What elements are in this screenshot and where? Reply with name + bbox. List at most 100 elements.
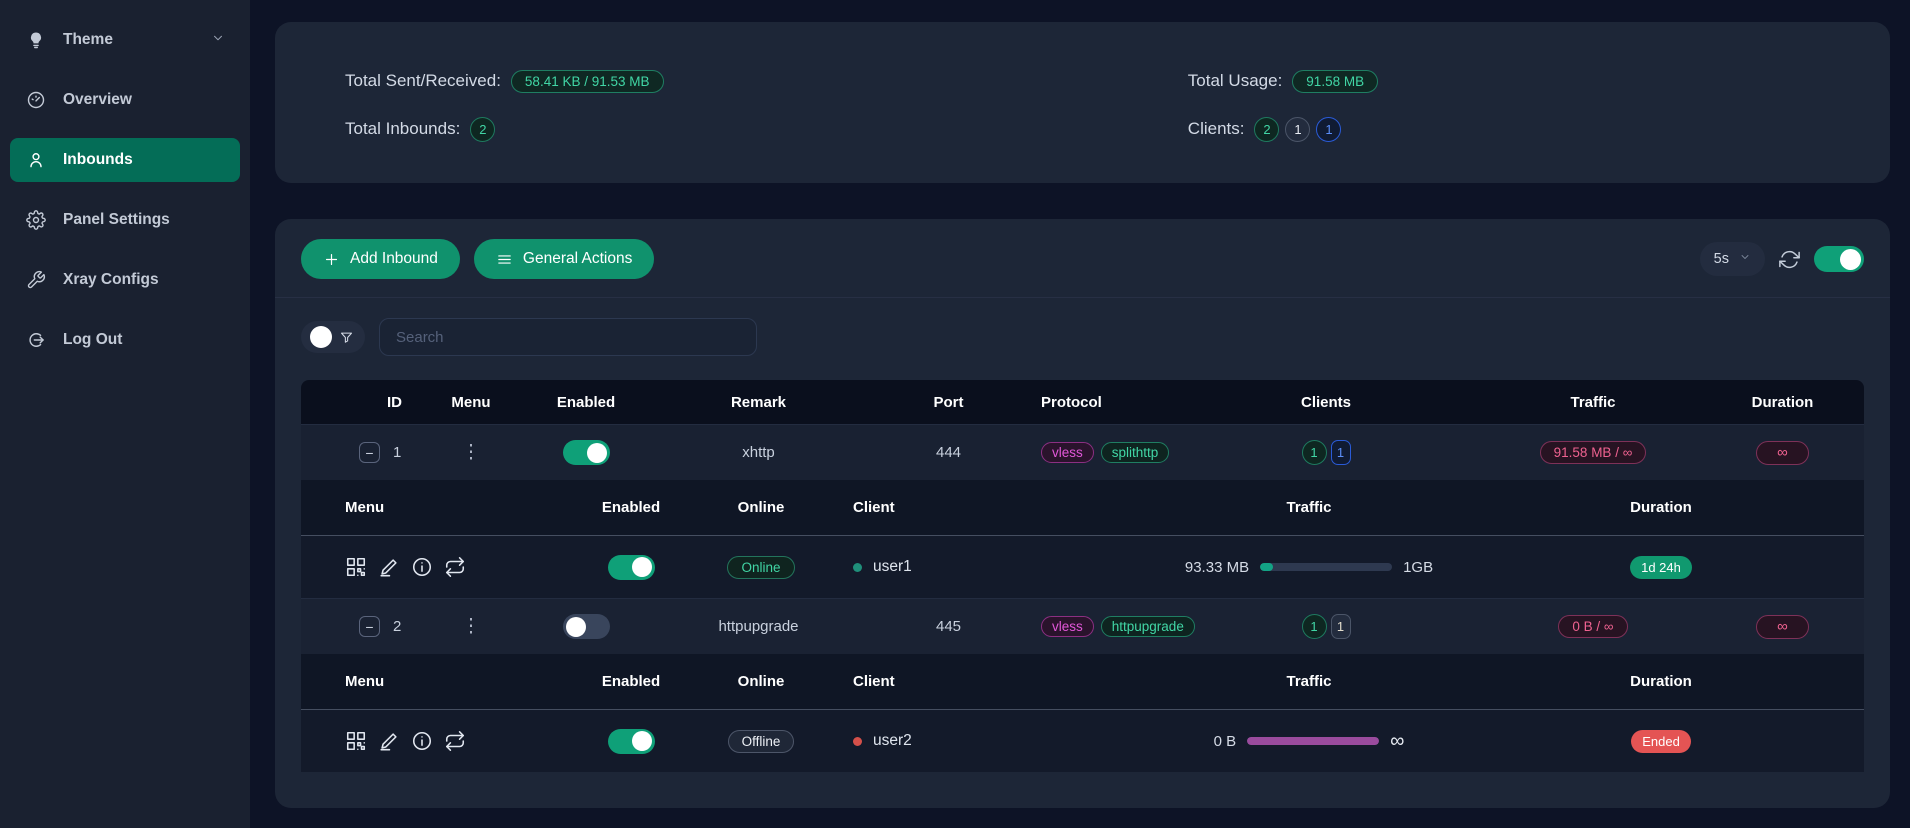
clients-label: Clients: [1188,119,1245,139]
sent-received-badge: 58.41 KB / 91.53 MB [511,70,664,93]
client-name: user1 [873,558,912,576]
traffic-used: 93.33 MB [1185,559,1249,576]
sidebar-item-xray-configs[interactable]: Xray Configs [10,258,240,302]
qrcode-icon[interactable] [345,556,367,578]
filter-toggle[interactable] [301,321,365,353]
client-enabled-toggle[interactable] [608,729,655,754]
edit-icon[interactable] [378,556,400,578]
stats-left-column: Total Sent/Received: 58.41 KB / 91.53 MB… [345,68,1188,183]
stats-right-column: Total Usage: 91.58 MB Clients: 2 1 1 [1188,68,1378,183]
refresh-interval-select[interactable]: 5s [1700,242,1765,276]
client-enabled-toggle[interactable] [608,555,655,580]
gauge-icon [25,89,47,111]
collapse-icon[interactable]: − [359,616,380,637]
inbound-traffic-badge: 0 B / ∞ [1558,615,1627,638]
funnel-icon [339,330,354,345]
inbound-id: 1 [393,444,401,461]
clients-total-badge: 2 [1254,117,1279,142]
inbounds-table: ID Menu Enabled Remark Port Protocol Cli… [301,380,1864,772]
client-row-user1: Online user1 93.33 MB 1GB 1d 24h [301,536,1864,598]
filter-toggle-knob [310,326,332,348]
wrench-icon [25,269,47,291]
sidebar-item-inbounds[interactable]: Inbounds [10,138,240,182]
main-content: Total Sent/Received: 58.41 KB / 91.53 MB… [250,0,1910,828]
col-header-enabled: Enabled [511,394,661,411]
traffic-total: ∞ [1390,730,1404,753]
edit-icon[interactable] [378,730,400,752]
sidebar-item-label: Theme [63,31,113,49]
inbound-row-1: − 1 ⋮ xhttp 444 vless splithttp 1 1 [301,424,1864,480]
sub-header-menu: Menu [301,673,561,690]
refresh-icon[interactable] [1779,249,1800,270]
refresh-interval-value: 5s [1714,251,1729,267]
sidebar-item-label: Xray Configs [63,271,159,289]
toggle-knob [632,731,652,751]
stat-sent-received: Total Sent/Received: 58.41 KB / 91.53 MB [345,68,1188,94]
toolbar-right: 5s [1700,242,1864,276]
sidebar-item-theme[interactable]: Theme [10,18,240,62]
protocol-tags: vless splithttp [1041,442,1169,463]
row-menu-dots-icon[interactable]: ⋮ [462,615,481,638]
sidebar-item-panel-settings[interactable]: Panel Settings [10,198,240,242]
info-icon[interactable] [411,730,433,752]
sidebar-item-label: Overview [63,91,132,109]
protocol-tag: httpupgrade [1101,616,1195,637]
col-header-duration: Duration [1701,394,1864,411]
inbound-enabled-toggle[interactable] [563,614,610,639]
total-usage-label: Total Usage: [1188,71,1283,91]
inbound-id: 2 [393,618,401,635]
add-inbound-button[interactable]: Add Inbound [301,239,460,279]
inbound-enabled-toggle[interactable] [563,440,610,465]
repeat-icon[interactable] [444,556,466,578]
sidebar-item-label: Inbounds [63,151,133,169]
gear-icon [25,209,47,231]
auto-refresh-toggle[interactable] [1814,246,1864,272]
protocol-tag: vless [1041,616,1094,637]
sub-header-online: Online [701,673,821,690]
traffic-progress-bar [1260,563,1392,571]
protocol-tag: splithttp [1101,442,1170,463]
col-header-clients: Clients [1231,394,1421,411]
toggle-knob [587,443,607,463]
logout-icon [25,329,47,351]
sub-header-online: Online [701,499,821,516]
info-icon[interactable] [411,556,433,578]
inbounds-panel-card: Add Inbound General Actions 5s [275,219,1890,808]
row-menu-dots-icon[interactable]: ⋮ [462,441,481,464]
qrcode-icon[interactable] [345,730,367,752]
client-traffic-cell: 0 B ∞ [1001,730,1561,753]
sub-header-traffic: Traffic [1001,673,1561,690]
sub-header-enabled: Enabled [561,499,701,516]
repeat-icon[interactable] [444,730,466,752]
client-name-cell: user2 [821,732,1001,750]
sub-header-client: Client [821,499,1001,516]
inbound-duration-badge: ∞ [1756,441,1809,465]
app-root: Theme Overview Inbounds Panel Settings [0,0,1910,828]
inbound-port: 445 [856,618,1041,635]
sidebar: Theme Overview Inbounds Panel Settings [0,0,250,828]
client-online-badge: 1 [1331,440,1351,465]
client-online-status: Online [727,556,794,579]
search-input[interactable] [379,318,757,356]
sub-header-client: Client [821,673,1001,690]
col-header-remark: Remark [661,394,856,411]
client-traffic-cell: 93.33 MB 1GB [1001,559,1561,576]
col-header-traffic: Traffic [1421,394,1701,411]
sidebar-item-overview[interactable]: Overview [10,78,240,122]
protocol-tag: vless [1041,442,1094,463]
total-inbounds-label: Total Inbounds: [345,119,460,139]
traffic-used: 0 B [1214,733,1237,750]
col-header-id: ID [301,394,431,411]
general-actions-button[interactable]: General Actions [474,239,654,279]
total-inbounds-badge: 2 [470,117,495,142]
table-header: ID Menu Enabled Remark Port Protocol Cli… [301,380,1864,424]
inbound-remark: xhttp [661,444,856,461]
collapse-icon[interactable]: − [359,442,380,463]
toolbar: Add Inbound General Actions 5s [301,239,1864,279]
bulb-icon [25,29,47,51]
stat-total-inbounds: Total Inbounds: 2 [345,116,1188,142]
sidebar-item-label: Log Out [63,331,122,349]
sidebar-item-log-out[interactable]: Log Out [10,318,240,362]
traffic-progress-fill [1247,737,1379,745]
client-menu-actions [301,556,561,578]
